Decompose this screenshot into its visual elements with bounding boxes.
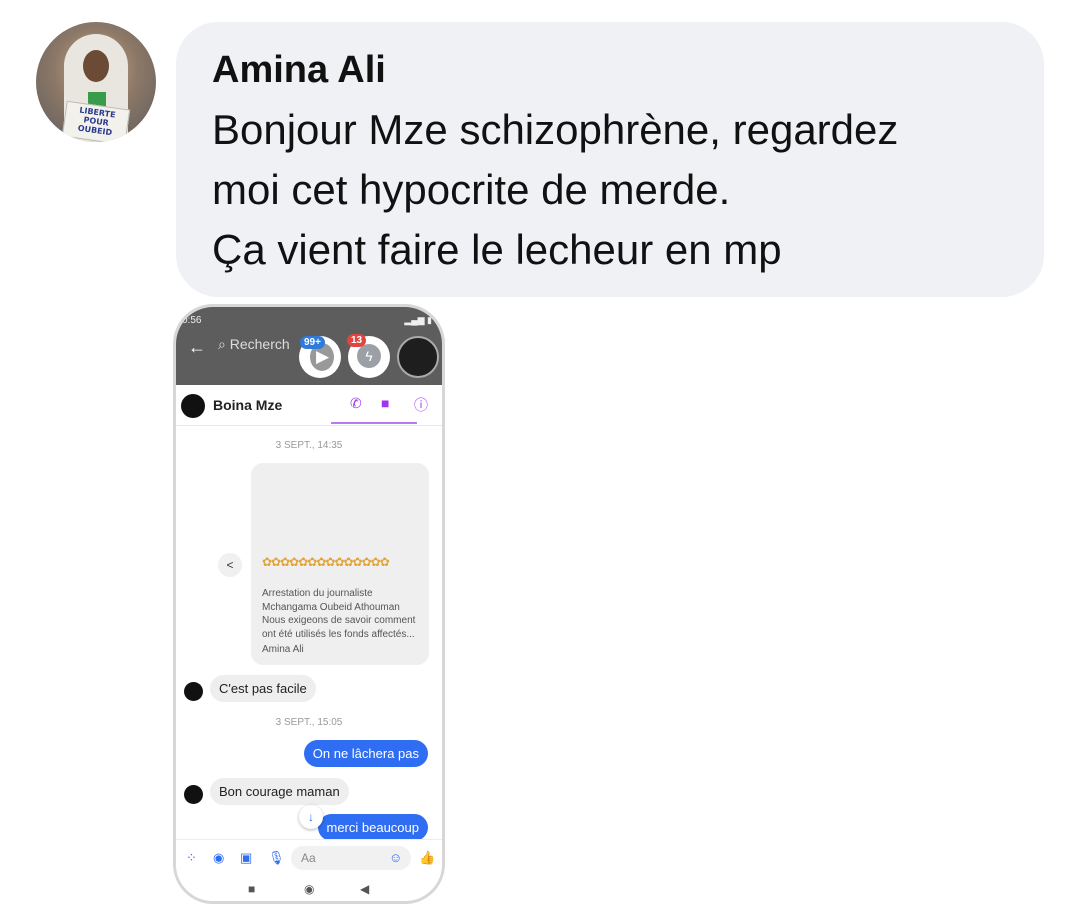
messenger-top-bar: 0:56 ▂▄▆ ▮ ← ⌕ Recherch ▶ ϟ 99+ 13 [176, 307, 442, 385]
apps-icon: ⁘ [186, 850, 197, 865]
nav-back-icon: ◀ [360, 882, 370, 896]
sender-avatar [184, 785, 203, 804]
message-composer: ⁘ ◉ ▣ 🎙 Aa ☺ 👍 [176, 839, 442, 876]
comment-author[interactable]: Amina Ali [212, 48, 1008, 92]
commenter-avatar[interactable]: LIBERTE POUR OUBEID [36, 22, 156, 142]
back-arrow-icon: ← [188, 337, 206, 357]
messenger-badge: 13 [347, 334, 367, 347]
status-time: 0:56 [182, 315, 202, 326]
outgoing-message: On ne lâchera pas [303, 740, 428, 767]
search-placeholder: Recherch [229, 336, 290, 352]
info-icon: ⓘ [414, 397, 428, 413]
status-icons: ▂▄▆ ▮ [404, 315, 432, 325]
video-icon: ■ [381, 395, 390, 411]
comment-text: Bonjour Mze schizophrène, regardez moi c… [212, 106, 899, 273]
search-field: ⌕ Recherch [218, 336, 290, 353]
incoming-message: Bon courage maman [210, 778, 349, 805]
scroll-down-icon: ↓ [299, 805, 323, 829]
timestamp: 3 SEPT., 15:05 [275, 717, 343, 728]
attached-screenshot[interactable]: 0:56 ▂▄▆ ▮ ← ⌕ Recherch ▶ ϟ 99+ 13 Boina… [173, 304, 445, 904]
nav-home-icon: ◉ [304, 882, 315, 896]
comment-bubble: Amina Ali Bonjour Mze schizophrène, rega… [176, 22, 1044, 297]
chat-header: Boina Mze ✆ ■ ⓘ [176, 385, 442, 426]
contact-avatar [181, 394, 205, 418]
outgoing-message: merci beaucoup [317, 814, 428, 841]
phone-icon: ✆ [350, 395, 362, 411]
shared-post-card: ✿✿✿✿✿✿✿✿✿✿✿✿✿✿ Arrestation du journalist… [251, 463, 429, 665]
nav-square-icon: ■ [248, 882, 256, 896]
search-icon: ⌕ [218, 336, 226, 352]
android-nav-bar: ■ ◉ ◀ [176, 875, 442, 901]
chat-head-avatar [397, 336, 439, 378]
gallery-icon: ▣ [240, 850, 253, 865]
contact-name: Boina Mze [213, 397, 283, 413]
camera-icon: ◉ [213, 850, 225, 865]
sender-avatar [184, 682, 203, 701]
emoji-icon: ☺ [389, 850, 403, 865]
header-underline [331, 422, 417, 424]
card-decoration: ✿✿✿✿✿✿✿✿✿✿✿✿✿✿ [262, 555, 390, 569]
message-input-placeholder: Aa [301, 851, 316, 865]
incoming-message: C'est pas facile [210, 675, 316, 702]
card-source: Amina Ali [262, 644, 304, 655]
mic-icon: 🎙 [268, 850, 285, 865]
timestamp: 3 SEPT., 14:35 [275, 440, 343, 451]
card-description: Arrestation du journaliste Mchangama Oub… [262, 588, 416, 640]
avatar-face [83, 50, 109, 82]
thumbs-up-icon: 👍 [419, 850, 436, 865]
share-icon: < [218, 553, 242, 577]
